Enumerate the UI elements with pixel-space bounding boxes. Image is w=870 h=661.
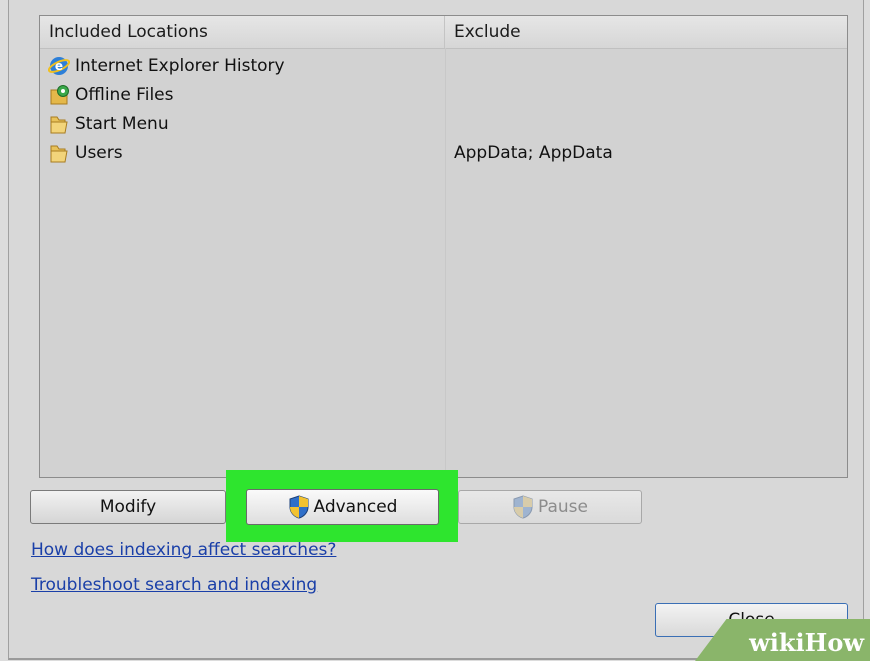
pause-button-label: Pause (538, 497, 588, 517)
column-header-exclude[interactable]: Exclude (445, 16, 844, 48)
uac-shield-icon (512, 495, 534, 519)
list-item-exclude: AppData; AppData (454, 143, 613, 163)
indexing-help-link[interactable]: How does indexing affect searches? (31, 540, 336, 560)
folder-icon (48, 142, 70, 164)
svg-text:e: e (55, 59, 63, 73)
indexing-options-dialog: Included Locations Exclude e Internet Ex… (8, 0, 864, 660)
offline-files-icon (48, 84, 70, 106)
list-item-name: Offline Files (75, 85, 174, 105)
list-item[interactable]: Users AppData; AppData (40, 139, 847, 167)
uac-shield-icon (288, 495, 310, 519)
locations-list[interactable]: Included Locations Exclude e Internet Ex… (39, 15, 848, 478)
modify-button[interactable]: Modify (30, 490, 226, 524)
advanced-button[interactable]: Advanced (246, 489, 439, 525)
list-item-name: Users (75, 143, 123, 163)
list-item-name: Start Menu (75, 114, 169, 134)
list-item-name: Internet Explorer History (75, 56, 285, 76)
folder-icon (48, 113, 70, 135)
watermark-text: wikiHow (749, 628, 864, 657)
troubleshoot-link[interactable]: Troubleshoot search and indexing (31, 575, 317, 595)
advanced-button-label: Advanced (313, 497, 398, 517)
column-header-included[interactable]: Included Locations (40, 16, 445, 48)
list-item[interactable]: e Internet Explorer History (40, 52, 847, 80)
list-item[interactable]: Offline Files (40, 81, 847, 109)
list-item[interactable]: Start Menu (40, 110, 847, 138)
list-header: Included Locations Exclude (40, 16, 847, 49)
ie-icon: e (47, 55, 71, 77)
pause-button[interactable]: Pause (458, 490, 642, 524)
